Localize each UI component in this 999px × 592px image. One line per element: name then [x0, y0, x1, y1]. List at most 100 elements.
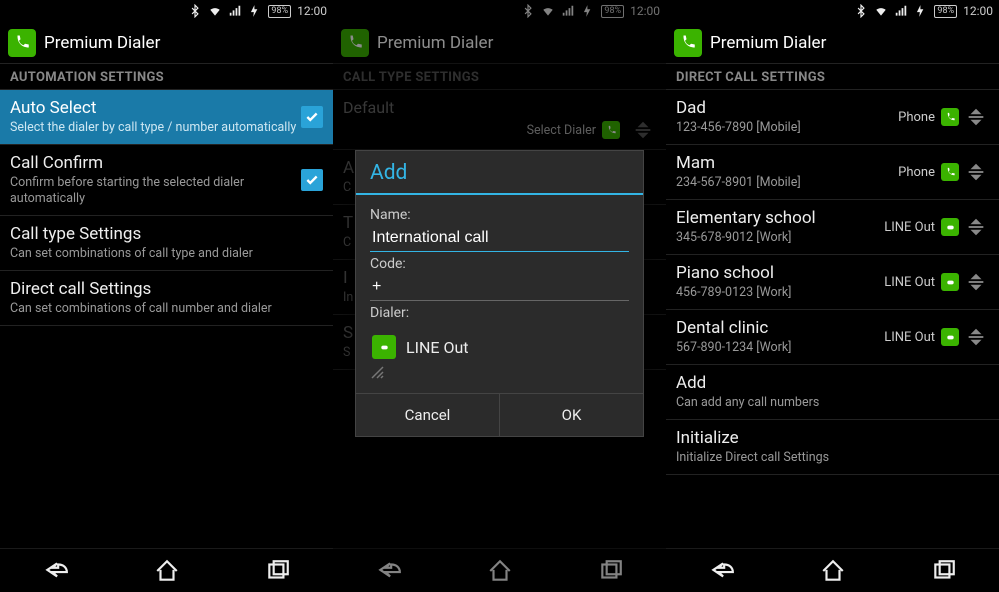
app-icon	[341, 29, 369, 57]
nav-bar	[666, 548, 999, 592]
sort-icon[interactable]	[630, 119, 656, 141]
wifi-icon	[874, 4, 888, 18]
screen-call-type-settings: 98% 12:00 Premium Dialer CALL TYPE SETTI…	[333, 0, 666, 592]
status-bar: 98% 12:00	[0, 0, 333, 22]
signal-icon	[228, 4, 242, 18]
status-bar: 98% 12:00	[666, 0, 999, 22]
line-out-icon	[941, 273, 959, 291]
sort-icon[interactable]	[963, 106, 989, 128]
setting-subtitle: Can set combinations of call type and di…	[10, 246, 323, 262]
code-input[interactable]	[370, 274, 629, 301]
setting-direct-call[interactable]: Direct call Settings Can set combination…	[0, 271, 333, 326]
app-title: Premium Dialer	[44, 33, 160, 53]
checkbox-checked[interactable]	[301, 169, 323, 191]
back-icon[interactable]	[376, 558, 402, 584]
call-type-default[interactable]: Default Select Dialer	[333, 90, 666, 150]
add-dialog: Add Name: Code: Dialer: LINE Out Cancel …	[355, 150, 644, 437]
wifi-icon	[208, 4, 222, 18]
ok-button[interactable]: OK	[499, 394, 643, 436]
line-out-icon	[372, 335, 396, 359]
battery-level: 98%	[601, 5, 624, 18]
dialer-label: Phone	[898, 165, 935, 180]
initialize-item[interactable]: Initialize Initialize Direct call Setting…	[666, 420, 999, 475]
nav-bar	[333, 548, 666, 592]
contact-item[interactable]: Elementary school345-678-9012 [Work]LINE…	[666, 200, 999, 255]
contact-item[interactable]: Dad 123-456-7890 [Mobile] Phone	[666, 90, 999, 145]
cancel-button[interactable]: Cancel	[356, 394, 499, 436]
setting-title: Direct call Settings	[10, 279, 323, 299]
dialer-label: LINE Out	[884, 330, 935, 345]
setting-title: Call Confirm	[10, 153, 301, 173]
title-bar: Premium Dialer	[333, 22, 666, 64]
setting-call-type[interactable]: Call type Settings Can set combinations …	[0, 216, 333, 271]
app-icon	[674, 29, 702, 57]
dialer-icon	[602, 121, 620, 139]
setting-subtitle: Confirm before starting the selected dia…	[10, 175, 301, 206]
section-header: AUTOMATION SETTINGS	[0, 64, 333, 90]
dialog-title: Add	[356, 151, 643, 195]
settings-list: Auto Select Select the dialer by call ty…	[0, 90, 333, 548]
contact-number: 567-890-1234 [Work]	[676, 340, 878, 356]
app-title: Premium Dialer	[377, 33, 493, 53]
contact-number: 123-456-7890 [Mobile]	[676, 120, 892, 136]
contact-name: Dad	[676, 98, 892, 118]
status-bar: 98% 12:00	[333, 0, 666, 22]
recent-icon[interactable]	[265, 558, 291, 584]
back-icon[interactable]	[709, 558, 735, 584]
title-bar: Premium Dialer	[666, 22, 999, 64]
bluetooth-icon	[521, 4, 535, 18]
sort-icon[interactable]	[963, 216, 989, 238]
sort-icon[interactable]	[963, 161, 989, 183]
item-subtitle: Initialize Direct call Settings	[676, 450, 989, 466]
home-icon[interactable]	[487, 558, 513, 584]
item-subtitle: Can add any call numbers	[676, 395, 989, 411]
add-item[interactable]: AddCan add any call numbers	[666, 365, 999, 420]
checkbox-checked[interactable]	[301, 106, 323, 128]
home-icon[interactable]	[820, 558, 846, 584]
recent-icon[interactable]	[598, 558, 624, 584]
bluetooth-icon	[854, 4, 868, 18]
clock: 12:00	[963, 4, 993, 18]
code-label: Code:	[370, 256, 629, 272]
screen-direct-call-settings: 98% 12:00 Premium Dialer DIRECT CALL SET…	[666, 0, 999, 592]
sort-icon[interactable]	[963, 326, 989, 348]
screen-automation-settings: 98% 12:00 Premium Dialer AUTOMATION SETT…	[0, 0, 333, 592]
charging-icon	[581, 4, 595, 18]
dialer-select[interactable]: LINE Out	[370, 325, 629, 365]
contact-name: Piano school	[676, 263, 878, 283]
phone-icon	[941, 163, 959, 181]
wifi-icon	[541, 4, 555, 18]
contact-number: 234-567-8901 [Mobile]	[676, 175, 892, 191]
dialer-name: LINE Out	[406, 338, 469, 357]
clock: 12:00	[297, 4, 327, 18]
battery-level: 98%	[934, 5, 957, 18]
back-icon[interactable]	[43, 558, 69, 584]
recent-icon[interactable]	[931, 558, 957, 584]
item-title: Initialize	[676, 428, 989, 448]
contact-item[interactable]: Mam 234-567-8901 [Mobile] Phone	[666, 145, 999, 200]
charging-icon	[914, 4, 928, 18]
name-label: Name:	[370, 207, 629, 223]
app-title: Premium Dialer	[710, 33, 826, 53]
dialer-label: LINE Out	[884, 220, 935, 235]
sort-icon[interactable]	[963, 271, 989, 293]
resize-handle-icon[interactable]	[370, 365, 384, 379]
contact-name: Dental clinic	[676, 318, 878, 338]
name-input[interactable]	[370, 225, 629, 252]
contact-number: 456-789-0123 [Work]	[676, 285, 878, 301]
contact-item[interactable]: Piano school456-789-0123 [Work]LINE Out	[666, 255, 999, 310]
select-dialer-label: Select Dialer	[527, 123, 596, 138]
setting-call-confirm[interactable]: Call Confirm Confirm before starting the…	[0, 145, 333, 216]
setting-title: Auto Select	[10, 98, 301, 118]
setting-subtitle: Can set combinations of call number and …	[10, 301, 323, 317]
setting-auto-select[interactable]: Auto Select Select the dialer by call ty…	[0, 90, 333, 145]
nav-bar	[0, 548, 333, 592]
signal-icon	[561, 4, 575, 18]
home-icon[interactable]	[154, 558, 180, 584]
dialer-label: Phone	[898, 110, 935, 125]
contact-item[interactable]: Dental clinic 567-890-1234 [Work] LINE Out	[666, 310, 999, 365]
line-out-icon	[941, 328, 959, 346]
dialer-label: Dialer:	[370, 305, 629, 321]
contact-name: Mam	[676, 153, 892, 173]
contact-number: 345-678-9012 [Work]	[676, 230, 878, 246]
